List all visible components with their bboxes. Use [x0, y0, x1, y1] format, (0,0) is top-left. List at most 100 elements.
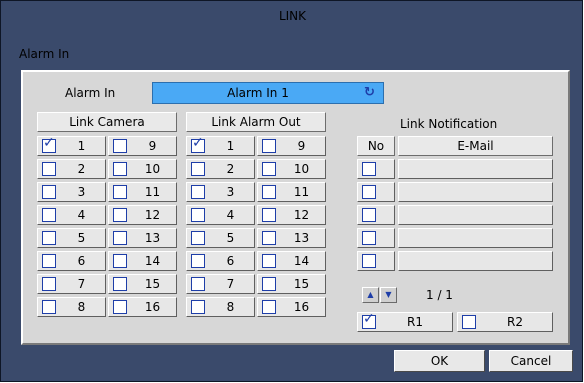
item-number: 11 [144, 185, 161, 199]
checkbox[interactable] [42, 277, 56, 291]
cancel-button[interactable]: Cancel [489, 350, 573, 372]
alarm-out-checkbox-3[interactable]: 3 [186, 182, 255, 202]
checkbox[interactable] [191, 208, 205, 222]
checkbox[interactable] [362, 162, 376, 176]
alarm-out-checkbox-11[interactable]: 11 [257, 182, 326, 202]
notification-email-field[interactable] [398, 228, 553, 248]
checkbox[interactable] [113, 277, 127, 291]
page-up-arrow-icon[interactable]: ▲ [362, 287, 379, 303]
notification-email-field[interactable] [398, 251, 553, 271]
alarm-out-checkbox-12[interactable]: 12 [257, 205, 326, 225]
refresh-icon[interactable]: ↻ [364, 85, 378, 101]
item-number: 10 [144, 162, 161, 176]
checkbox[interactable] [262, 300, 276, 314]
camera-checkbox-13[interactable]: 13 [108, 228, 177, 248]
checkbox[interactable] [42, 185, 56, 199]
camera-checkbox-6[interactable]: 6 [37, 251, 106, 271]
alarm-out-checkbox-4[interactable]: 4 [186, 205, 255, 225]
camera-checkbox-2[interactable]: 2 [37, 159, 106, 179]
item-number: 8 [77, 300, 86, 314]
checkbox[interactable] [191, 277, 205, 291]
checkbox[interactable] [42, 231, 56, 245]
checkbox[interactable] [462, 315, 476, 329]
checkbox[interactable]: ✓ [362, 311, 376, 329]
checkbox[interactable] [362, 208, 376, 222]
camera-checkbox-12[interactable]: 12 [108, 205, 177, 225]
alarm-out-checkbox-15[interactable]: 15 [257, 274, 326, 294]
alarm-out-checkbox-1[interactable]: ✓ 1 [186, 135, 255, 156]
checkbox[interactable] [191, 162, 205, 176]
camera-checkbox-10[interactable]: 10 [108, 159, 177, 179]
checkbox[interactable] [262, 277, 276, 291]
notification-checkbox[interactable] [357, 182, 395, 202]
checkbox[interactable] [42, 208, 56, 222]
camera-checkbox-1[interactable]: ✓ 1 [37, 135, 106, 156]
checkbox[interactable] [362, 254, 376, 268]
checkbox[interactable] [362, 185, 376, 199]
camera-checkbox-15[interactable]: 15 [108, 274, 177, 294]
item-number: 14 [293, 254, 310, 268]
notification-checkbox[interactable] [357, 251, 395, 271]
alarm-out-checkbox-5[interactable]: 5 [186, 228, 255, 248]
camera-checkbox-14[interactable]: 14 [108, 251, 177, 271]
page-down-arrow-icon[interactable]: ▼ [380, 287, 397, 303]
alarm-out-checkbox-2[interactable]: 2 [186, 159, 255, 179]
camera-checkbox-11[interactable]: 11 [108, 182, 177, 202]
receiver-r1[interactable]: ✓ R1 [357, 311, 453, 332]
checkbox[interactable] [42, 254, 56, 268]
camera-checkbox-7[interactable]: 7 [37, 274, 106, 294]
receiver-r2[interactable]: R2 [457, 312, 553, 332]
ok-button[interactable]: OK [394, 350, 485, 372]
camera-checkbox-9[interactable]: 9 [108, 136, 177, 156]
alarm-out-checkbox-6[interactable]: 6 [186, 251, 255, 271]
checkbox[interactable] [362, 231, 376, 245]
checkbox[interactable] [113, 162, 127, 176]
checkbox[interactable] [262, 254, 276, 268]
checkbox[interactable] [113, 139, 127, 153]
checkbox[interactable] [113, 254, 127, 268]
checkbox[interactable]: ✓ [42, 135, 56, 153]
checkbox[interactable] [191, 231, 205, 245]
alarm-out-checkbox-9[interactable]: 9 [257, 136, 326, 156]
checkbox[interactable] [42, 300, 56, 314]
notification-email-field[interactable] [398, 182, 553, 202]
camera-checkbox-5[interactable]: 5 [37, 228, 106, 248]
camera-checkbox-16[interactable]: 16 [108, 297, 177, 317]
alarm-out-checkbox-14[interactable]: 14 [257, 251, 326, 271]
alarm-out-checkbox-16[interactable]: 16 [257, 297, 326, 317]
item-number: 3 [77, 185, 86, 199]
checkbox[interactable] [113, 231, 127, 245]
checkbox[interactable]: ✓ [191, 135, 205, 153]
alarm-out-checkbox-7[interactable]: 7 [186, 274, 255, 294]
link-camera-header: Link Camera [37, 112, 177, 132]
checkbox[interactable] [113, 208, 127, 222]
notification-email-field[interactable] [398, 205, 553, 225]
alarm-out-checkbox-10[interactable]: 10 [257, 159, 326, 179]
alarm-out-checkbox-8[interactable]: 8 [186, 297, 255, 317]
checkbox[interactable] [262, 231, 276, 245]
checkbox[interactable] [262, 162, 276, 176]
checkbox[interactable] [191, 185, 205, 199]
alarm-in-selector[interactable]: Alarm In 1 ↻ [152, 82, 384, 104]
camera-checkbox-4[interactable]: 4 [37, 205, 106, 225]
camera-checkbox-3[interactable]: 3 [37, 182, 106, 202]
checkbox[interactable] [42, 162, 56, 176]
checkbox[interactable] [113, 185, 127, 199]
notification-checkbox[interactable] [357, 205, 395, 225]
checkbox[interactable] [113, 300, 127, 314]
item-number: 1 [77, 139, 86, 153]
alarm-out-checkbox-13[interactable]: 13 [257, 228, 326, 248]
checkbox[interactable] [262, 208, 276, 222]
alarm-in-label: Alarm In [65, 86, 116, 100]
notification-checkbox[interactable] [357, 228, 395, 248]
checkbox[interactable] [262, 185, 276, 199]
notification-email-field[interactable] [398, 159, 553, 179]
checkbox[interactable] [191, 300, 205, 314]
item-number: 14 [144, 254, 161, 268]
notification-checkbox[interactable] [357, 159, 395, 179]
camera-checkbox-8[interactable]: 8 [37, 297, 106, 317]
item-number: 12 [293, 208, 310, 222]
checkbox[interactable] [262, 139, 276, 153]
checkbox[interactable] [191, 254, 205, 268]
item-number: 11 [293, 185, 310, 199]
